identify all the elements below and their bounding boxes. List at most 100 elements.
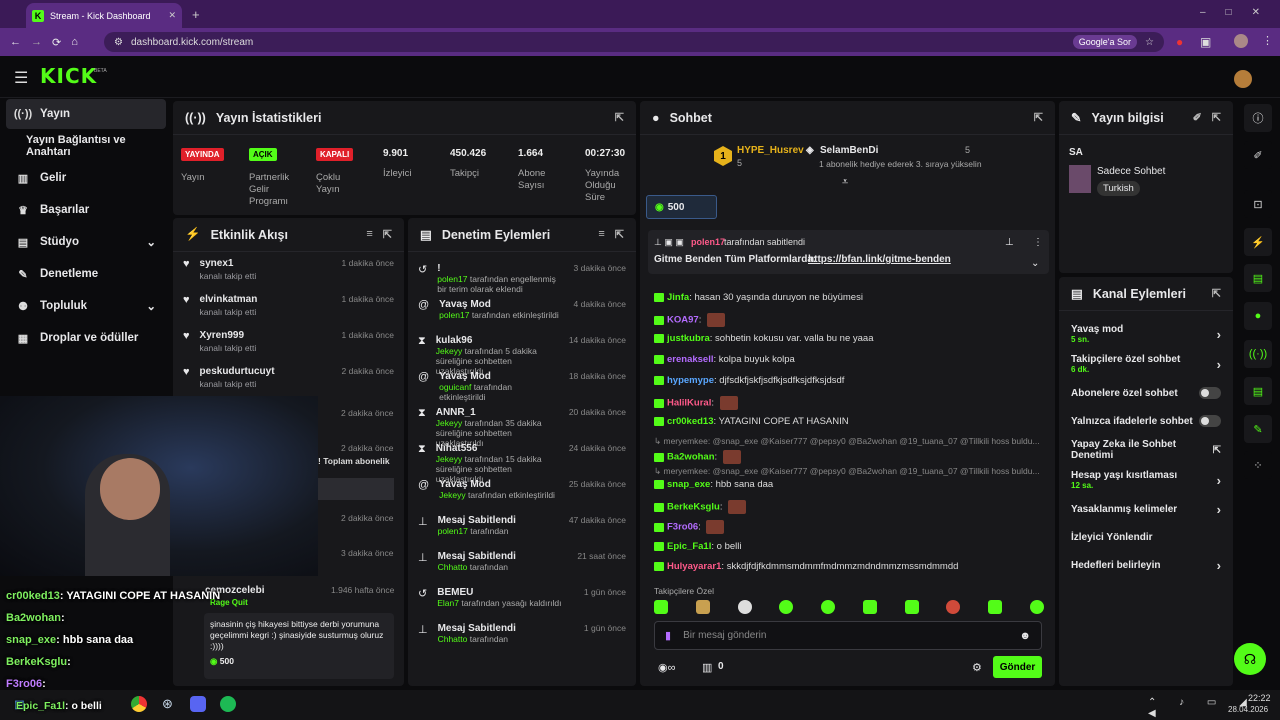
back-icon[interactable]: ←: [10, 36, 21, 48]
emote-icon[interactable]: [1029, 600, 1044, 614]
forward-icon[interactable]: →: [31, 36, 42, 48]
site-info-icon[interactable]: ⚙: [114, 37, 123, 48]
sidebar-item-studyo[interactable]: ▤ Stüdyo ⌄: [6, 227, 166, 257]
chat-input[interactable]: ▮ Bir mesaj gönderin ☻: [654, 621, 1042, 650]
emote-icon[interactable]: [988, 600, 1003, 614]
store-icon[interactable]: ▥: [702, 661, 712, 674]
chat-username[interactable]: justkubra: [667, 333, 710, 344]
chevron-down-icon[interactable]: ⌄: [1031, 258, 1039, 269]
emote-icon[interactable]: [779, 600, 794, 614]
slow-mode-row[interactable]: Yavaş mod 5 sn. ›: [1059, 319, 1233, 349]
focus-icon[interactable]: ⊡: [1244, 190, 1272, 218]
sidebar-item-stream-key[interactable]: Yayın Bağlantısı ve Anahtarı: [16, 131, 176, 161]
pin-link[interactable]: https://bfan.link/gitme-benden: [808, 254, 951, 265]
reload-icon[interactable]: ⟳: [52, 36, 61, 49]
popout-icon[interactable]: ⇱: [1212, 111, 1221, 124]
emoji-icon[interactable]: ☻: [1019, 630, 1031, 642]
account-age-row[interactable]: Hesap yaşı kısıtlaması 12 sa. ›: [1059, 465, 1233, 495]
chat-username[interactable]: cr00ked13: [667, 416, 713, 427]
close-tab-icon[interactable]: ✕: [168, 10, 176, 21]
filter-icon[interactable]: ≡: [366, 228, 372, 241]
mic-icon[interactable]: ▮: [665, 629, 671, 642]
profile-avatar[interactable]: [1234, 34, 1248, 48]
settings-gear-icon[interactable]: ⚙: [972, 661, 982, 674]
emote-icon[interactable]: [654, 600, 668, 614]
info-icon[interactable]: ⓘ: [1244, 104, 1272, 132]
chat-username[interactable]: Hulyayarar1: [667, 561, 721, 572]
followers-only-row[interactable]: Takipçilere özel sohbet 6 dk. ›: [1059, 349, 1233, 379]
chrome-taskbar-icon[interactable]: [131, 696, 147, 712]
browser-tab[interactable]: K Stream - Kick Dashboard ✕: [26, 3, 182, 28]
sidebar-item-denetleme[interactable]: ✎ Denetleme: [6, 259, 166, 289]
browser-menu-icon[interactable]: ⋮: [1262, 34, 1273, 47]
category-name[interactable]: Sadece Sohbet: [1097, 166, 1165, 177]
sidebar-item-droplar[interactable]: ▦ Droplar ve ödüller: [6, 323, 166, 353]
discord-taskbar-icon[interactable]: [190, 696, 206, 712]
sidebar-item-gelir[interactable]: ▥ Gelir: [6, 163, 166, 193]
sidebar-item-topluluk[interactable]: ⚉ Topluluk ⌄: [6, 291, 166, 321]
spotify-taskbar-icon[interactable]: [220, 696, 236, 712]
new-tab-icon[interactable]: +: [192, 7, 200, 22]
goals-row[interactable]: Hedefleri belirleyin ›: [1059, 551, 1233, 579]
points-icon[interactable]: ◉∞: [658, 661, 675, 674]
expand-icon[interactable]: ⩡: [842, 176, 848, 189]
chat-username[interactable]: KOA97: [667, 315, 699, 326]
chat-username[interactable]: Jinfa: [667, 292, 689, 303]
popout-icon[interactable]: ⇱: [383, 228, 392, 241]
google-ask-button[interactable]: Google'a Sor: [1072, 35, 1138, 49]
popout-icon[interactable]: ⇱: [615, 111, 624, 124]
home-icon[interactable]: ⌂: [71, 36, 78, 48]
pin-author[interactable]: polen17: [691, 237, 725, 247]
emote-icon[interactable]: [946, 600, 961, 614]
window-controls-icon[interactable]: –□✕: [1200, 7, 1280, 18]
kick-logo[interactable]: KICK: [40, 64, 97, 88]
subscribers-only-toggle[interactable]: [1199, 387, 1221, 399]
filter-icon[interactable]: ≡: [598, 228, 604, 241]
add-widget-icon[interactable]: ⁘: [1244, 451, 1272, 479]
popout-icon[interactable]: ⇱: [1212, 287, 1221, 300]
chat-username[interactable]: Ba2wohan: [667, 452, 715, 463]
chat-username[interactable]: HalilKural: [667, 398, 711, 409]
steam-taskbar-icon[interactable]: ⊛: [162, 696, 173, 712]
chat-username[interactable]: erenaksell: [667, 354, 713, 365]
channel-icon[interactable]: ▤: [1244, 377, 1272, 405]
more-icon[interactable]: ⋮: [1033, 237, 1043, 248]
bolt-icon[interactable]: ⚡: [1244, 228, 1272, 256]
chat-username[interactable]: Epic_Fa1l: [667, 541, 711, 552]
user-avatar[interactable]: [1234, 70, 1252, 88]
extensions-puzzle-icon[interactable]: ▣: [1200, 35, 1211, 49]
unpin-icon[interactable]: ⊥: [1005, 237, 1014, 248]
gifter-name[interactable]: SelamBenDi: [820, 145, 878, 156]
send-button[interactable]: Gönder: [993, 656, 1042, 678]
chat-username[interactable]: BerkeKsglu: [667, 502, 720, 513]
banned-words-row[interactable]: Yasaklanmış kelimeler ›: [1059, 495, 1233, 523]
stream-icon[interactable]: ((·)): [1244, 340, 1272, 368]
raid-row[interactable]: İzleyici Yönlendir: [1059, 523, 1233, 551]
kicks-pinned-chip[interactable]: ◉ 500: [646, 195, 717, 219]
clipboard-icon[interactable]: ▤: [1244, 264, 1272, 292]
ai-moderation-row[interactable]: Yapay Zeka ile Sohbet Denetimi ⇱: [1059, 435, 1233, 465]
edit-icon[interactable]: ✐: [1244, 141, 1272, 169]
chat-username[interactable]: snap_exe: [667, 479, 710, 490]
chat-username[interactable]: F3ro06: [667, 522, 698, 533]
emote-icon[interactable]: [695, 600, 710, 614]
popout-icon[interactable]: ⇱: [1034, 111, 1043, 124]
emote-icon[interactable]: [821, 600, 836, 614]
emote-icon[interactable]: [862, 600, 877, 614]
popout-icon[interactable]: ⇱: [615, 228, 624, 241]
bookmark-star-icon[interactable]: ☆: [1145, 37, 1154, 48]
emotes-only-toggle[interactable]: [1199, 415, 1221, 427]
chat-bubble-icon[interactable]: ●: [1244, 302, 1272, 330]
chat-username[interactable]: hypemype: [667, 375, 714, 386]
sidebar-item-yayin[interactable]: ((·)) Yayın: [6, 99, 166, 129]
wrench-icon[interactable]: ✎: [1244, 415, 1272, 443]
extension-icon[interactable]: ●: [1176, 35, 1183, 49]
support-headset-icon[interactable]: ☊: [1234, 643, 1266, 675]
edit-icon[interactable]: ✐: [1193, 111, 1202, 124]
hamburger-menu-icon[interactable]: ☰: [14, 68, 28, 88]
address-bar[interactable]: ⚙ dashboard.kick.com/stream Google'a Sor…: [104, 32, 1164, 52]
emote-icon[interactable]: [737, 600, 752, 614]
top-gifter-name[interactable]: HYPE_Husrev: [737, 145, 804, 156]
sidebar-item-basarilar[interactable]: ♛ Başarılar: [6, 195, 166, 225]
emote-icon[interactable]: [904, 600, 919, 614]
